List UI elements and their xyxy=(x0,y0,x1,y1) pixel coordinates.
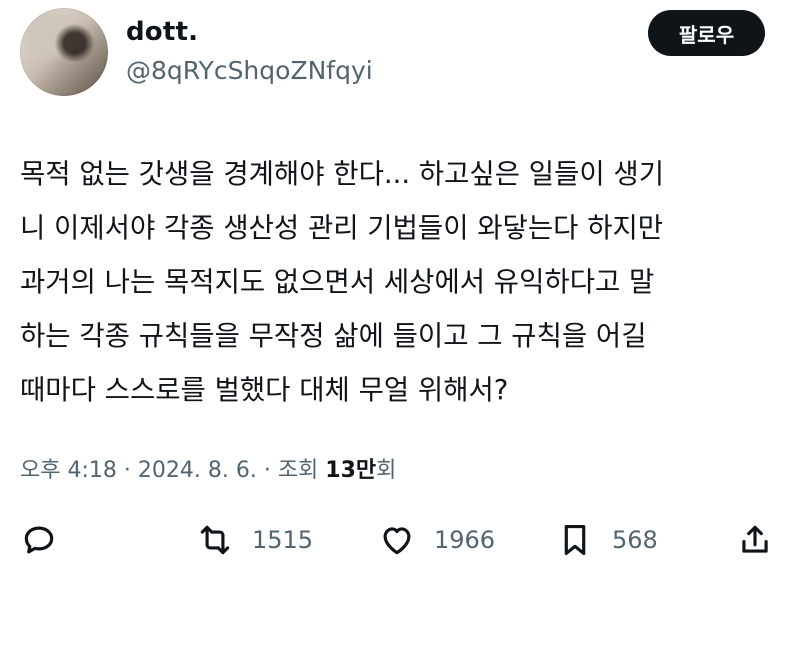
tweet-line: 과거의 나는 목적지도 없으면서 세상에서 유익하다고 말 xyxy=(20,266,655,298)
views-suffix: 회 xyxy=(376,458,397,483)
bookmark-button[interactable]: 568 xyxy=(556,512,658,568)
share-button[interactable] xyxy=(736,512,774,568)
views-label: 조회 xyxy=(277,458,326,483)
tweet-date[interactable]: 2024. 8. 6. xyxy=(138,458,257,483)
retweet-count: 1515 xyxy=(252,526,314,554)
follow-button[interactable]: 팔로우 xyxy=(648,10,765,56)
meta-separator: · xyxy=(116,458,138,483)
views-count: 13만 xyxy=(325,458,377,483)
action-bar: 1515 1966 568 xyxy=(0,512,800,568)
avatar[interactable] xyxy=(20,8,108,96)
bookmark-icon xyxy=(564,524,586,556)
reply-button[interactable] xyxy=(20,512,58,568)
retweet-button[interactable]: 1515 xyxy=(196,512,313,568)
tweet-meta: 오후 4:18 · 2024. 8. 6. · 조회 13만회 xyxy=(20,452,396,484)
like-button[interactable]: 1966 xyxy=(378,512,495,568)
bookmark-count: 568 xyxy=(612,526,658,554)
heart-icon xyxy=(383,527,411,555)
tweet-time[interactable]: 오후 4:18 xyxy=(20,458,117,483)
like-count: 1966 xyxy=(434,526,496,554)
tweet-line: 목적 없는 갓생을 경계해야 한다... 하고싶은 일들이 생기 xyxy=(20,158,665,190)
share-icon xyxy=(742,525,768,553)
reply-icon xyxy=(24,526,54,554)
tweet-line: 때마다 스스로를 벌했다 대체 무얼 위해서? xyxy=(20,374,509,406)
author-name[interactable]: dott. xyxy=(126,17,198,47)
tweet-text: 목적 없는 갓생을 경계해야 한다... 하고싶은 일들이 생기 니 이제서야 … xyxy=(20,147,780,417)
tweet-line: 니 이제서야 각종 생산성 관리 기법들이 와닿는다 하지만 xyxy=(20,212,664,244)
tweet-line: 하는 각종 규칙들을 무작정 삶에 들이고 그 규칙을 어길 xyxy=(20,320,647,352)
author-handle[interactable]: @8qRYcShqoZNfqyi xyxy=(126,56,373,85)
meta-separator: · xyxy=(256,458,278,483)
retweet-icon xyxy=(200,525,230,555)
